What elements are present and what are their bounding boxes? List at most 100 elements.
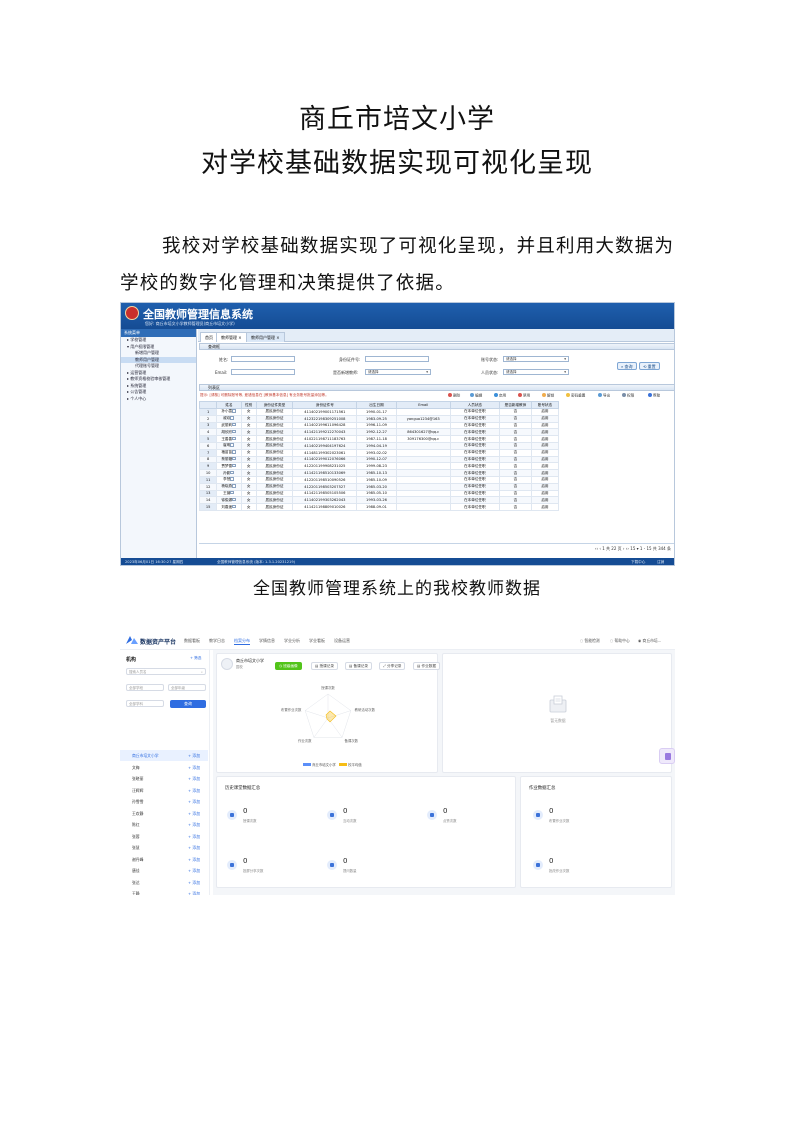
table-row[interactable]: 6 崔明女居民身份证 411402199404197624 1994-04-19 在本单… [198,441,560,450]
filter-link[interactable]: + 筛选 [190,656,201,661]
export-button[interactable]: 导出 [598,393,610,399]
row-checkbox[interactable] [230,416,234,420]
column-header[interactable]: 身份证件号 [292,401,358,409]
table-row[interactable]: 2 戚欢女居民身份证 412322198309251008 1983-09-25 yan… [198,414,560,423]
sidebar-query-button[interactable]: 查询 [170,700,206,708]
row-checkbox[interactable] [232,436,236,441]
person-status-select[interactable]: 请选择 ▾ [503,369,569,375]
add-button[interactable]: + 添加 [188,831,200,842]
add-button[interactable]: + 添加 [188,808,200,819]
row-checkbox[interactable] [230,477,234,481]
floating-assistant-button[interactable] [659,748,675,764]
table-row[interactable]: 5 王善善女居民身份证 410221198711183763 1987-11-18 30… [198,435,560,443]
stage-select[interactable]: 全部学段 [126,684,164,691]
name-input[interactable] [231,356,295,362]
reset-password-button[interactable]: 密码重置 [566,393,585,399]
org-list-item[interactable]: 王欢静 + 添加 [120,808,208,819]
table-row[interactable]: 10 孙影女居民身份证 411421198510133069 1985-10-13 在本… [198,469,560,477]
add-button[interactable]: + 添加 [188,750,200,761]
org-list-item[interactable]: 陈红 + 添加 [120,819,208,830]
add-button[interactable]: + 添加 [188,819,200,830]
query-button[interactable]: ⌕ 查询 [617,362,637,370]
search-input[interactable]: 搜索人员名 ⌕ [126,668,206,675]
help-button[interactable]: 帮助 [648,393,660,399]
tab-teacher-manage[interactable]: 教师管理 × [216,332,247,342]
unlock-button[interactable]: 解锁 [542,393,554,399]
menu-teaching-log[interactable]: 教学日志 [209,638,225,644]
org-list-item[interactable]: 孙雪雪 + 添加 [120,796,208,807]
pagination[interactable]: ‹‹ ‹ 1 共 22 页 › ›› 15 ▾ 1 - 15 共 344 条 [199,543,674,553]
reset-button[interactable]: ⟲ 重置 [639,362,660,370]
column-header[interactable] [198,401,218,409]
row-checkbox[interactable] [232,463,236,468]
org-list-item[interactable]: 张达 + 添加 [120,877,208,888]
row-checkbox[interactable] [230,491,234,495]
add-button[interactable]: + 添加 [188,865,200,876]
menu-analysis[interactable]: 学业分析 [284,638,300,644]
smart-check-link[interactable]: ◌ 智能检测 [580,638,600,644]
table-row[interactable]: 14 徐俊娜女居民身份证 411402199303262043 1993-03-26 在… [198,496,560,505]
column-header[interactable]: Email [395,401,451,409]
org-list-item[interactable]: 张蓉 + 添加 [120,831,208,842]
org-list-item[interactable]: 唐佳 + 添加 [120,865,208,876]
row-checkbox[interactable] [232,409,236,413]
org-list-item[interactable]: 张慧 + 添加 [120,842,208,853]
add-button[interactable]: + 添加 [188,888,200,895]
row-checkbox[interactable] [232,423,236,427]
add-button[interactable]: + 添加 [188,877,200,888]
column-header[interactable]: 人员状态 [449,401,500,409]
edit-button[interactable]: 编辑 [470,393,482,399]
column-header[interactable]: 是否新增教师 [498,401,532,409]
table-row[interactable]: 15 刘春遥女居民身份证 411421198809010026 1988-09-01 在… [198,503,560,511]
add-button[interactable]: + 添加 [188,842,200,853]
column-header[interactable]: 出生日期 [356,401,397,409]
email-input[interactable] [231,369,295,375]
add-button[interactable]: + 添加 [188,785,200,796]
menu-archive[interactable]: 档案分布 [234,638,250,645]
column-header[interactable]: 性别 [240,401,257,409]
enable-button[interactable]: 启用 [494,393,506,399]
add-button[interactable]: + 添加 [188,773,200,784]
id-input[interactable] [365,356,429,362]
table-row[interactable]: 12 杨晓燕女居民身份证 412201198503207527 1985-03-20 在… [198,482,560,491]
tab-teacher-user[interactable]: 教师用户管理 × [246,332,285,342]
org-list-item[interactable]: 王静 + 添加 [120,888,208,895]
add-button[interactable]: + 添加 [188,796,200,807]
org-list-item[interactable]: 张晓丽 + 添加 [120,773,208,784]
row-checkbox[interactable] [232,429,236,434]
org-list-item[interactable]: 谢丹峰 + 添加 [120,854,208,865]
account-status-select[interactable]: 请选择 ▾ [503,356,569,362]
grade-select[interactable]: 全部年级 [168,684,206,691]
add-button[interactable]: + 添加 [188,762,200,773]
disable-button[interactable]: 禁用 [518,393,530,399]
table-row[interactable]: 7 褚苗苗女居民身份证 411481199302023061 1993-02-02 在本… [198,448,560,457]
row-checkbox[interactable] [232,504,236,509]
download-center-link[interactable]: 下载中心 [631,558,645,565]
row-checkbox[interactable] [232,484,236,488]
table-row[interactable]: 13 王薇女居民身份证 411421198505105506 1985-05-10 在本… [198,489,560,498]
menu-dashboard[interactable]: 数据看板 [184,638,200,644]
menu-board[interactable]: 学业看板 [309,638,325,644]
permission-button[interactable]: 权限 [622,393,634,399]
add-button[interactable]: + 添加 [188,854,200,865]
row-checkbox[interactable] [232,497,236,502]
column-header[interactable]: 身份证件类型 [255,401,294,409]
table-row[interactable]: 3 武丽莉女居民身份证 411402199611096428 1996-11-09 在本… [198,421,560,430]
org-list-item[interactable]: 商丘市培文小学 + 添加 [120,750,208,761]
org-list-item[interactable]: 文梅 + 添加 [120,762,208,773]
row-checkbox[interactable] [230,470,234,475]
table-row[interactable]: 11 李慧女居民身份证 412201198510090526 1985-10-09 在本… [198,475,560,484]
logout-link[interactable]: 注销 [657,558,664,565]
column-header[interactable]: 姓名 [216,401,242,409]
row-checkbox[interactable] [230,443,234,447]
subject-select[interactable]: 全部学科 [126,700,164,707]
account-menu[interactable]: ◉ 商丘市培... [638,638,661,644]
table-row[interactable]: 9 贾梦雪女居民身份证 412201199908231025 1999-08-23 在本… [198,462,560,471]
sidebar-item-profile[interactable]: ▸ 个人中心 [121,396,196,403]
column-header[interactable]: 账号状态 [530,401,560,409]
table-row[interactable]: 8 蔡丽璐女居民身份证 411402199012076066 1990-12-07 在本… [198,455,560,464]
table-row[interactable]: 1 孙小霞女居民身份证 411402199001171561 1990-01-17 在本… [198,408,560,416]
row-checkbox[interactable] [232,450,236,454]
menu-devices[interactable]: 设备运营 [334,638,350,644]
help-center-link[interactable]: ◌ 帮助中心 [610,638,630,644]
